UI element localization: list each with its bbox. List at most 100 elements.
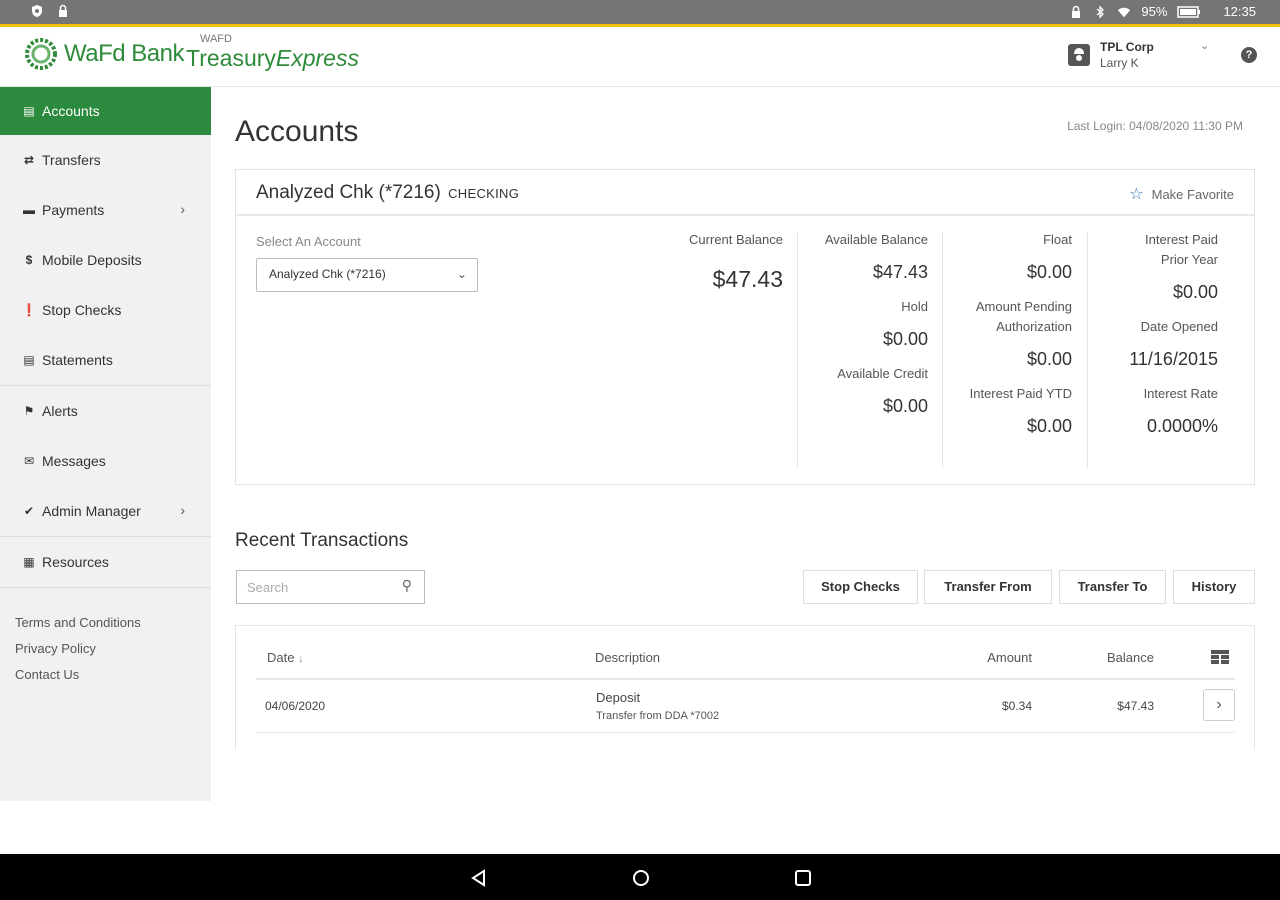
sidebar-item-label: Stop Checks [42, 302, 122, 318]
float-label: Float [1043, 232, 1072, 247]
sidebar-item-accounts[interactable]: ▤ Accounts [0, 87, 211, 135]
interest-ytd-label: Interest Paid YTD [969, 386, 1072, 401]
bell-icon: ⚑ [23, 404, 35, 418]
divider [1087, 232, 1088, 468]
transfer-from-button[interactable]: Transfer From [924, 570, 1052, 604]
alert-circle-icon: ❗ [21, 303, 37, 317]
hold-label: Hold [901, 299, 928, 314]
privacy-link[interactable]: Privacy Policy [15, 636, 196, 662]
sidebar-item-messages[interactable]: ✉ Messages [0, 436, 211, 486]
sidebar-item-label: Admin Manager [42, 503, 141, 519]
transfer-to-button[interactable]: Transfer To [1059, 570, 1166, 604]
sidebar-item-label: Statements [42, 352, 113, 368]
account-select[interactable]: Analyzed Chk (*7216) ⌄ [256, 258, 478, 292]
available-balance-block: Available Balance $47.43 Hold $0.00 Avai… [806, 230, 928, 431]
col-amount[interactable]: Amount [976, 650, 1032, 665]
current-balance-label: Current Balance [689, 232, 783, 247]
home-icon[interactable] [630, 867, 652, 889]
history-button[interactable]: History [1173, 570, 1255, 604]
lock-icon [1072, 5, 1081, 18]
wafd-logo[interactable]: WaFd Bank [24, 37, 185, 71]
available-balance-value: $47.43 [872, 262, 928, 282]
chevron-right-icon: › [180, 502, 185, 518]
account-header: Analyzed Chk (*7216) CHECKING ☆ Make Fav… [236, 170, 1254, 216]
available-credit-value: $0.00 [882, 396, 928, 416]
table-row[interactable]: 04/06/2020 Deposit Transfer from DDA *70… [256, 681, 1235, 733]
select-account-label: Select An Account [256, 234, 361, 249]
row-detail: Transfer from DDA *7002 [596, 710, 720, 722]
bluetooth-icon [1097, 4, 1105, 19]
sidebar-item-admin-manager[interactable]: ✔ Admin Manager › [0, 486, 211, 536]
chevron-down-icon: ⌄ [456, 267, 467, 281]
wifi-icon [1118, 7, 1131, 17]
interest-rate-label: Interest Rate [1143, 386, 1218, 401]
column-settings-icon[interactable] [1211, 650, 1229, 664]
col-date-label: Date [267, 650, 295, 665]
interest-ytd-value: $0.00 [1026, 416, 1072, 436]
back-icon[interactable] [468, 867, 490, 889]
pending-value: $0.00 [1026, 349, 1072, 369]
sidebar-item-label: Resources [42, 554, 109, 570]
recent-apps-icon[interactable] [792, 867, 814, 889]
star-icon: ☆ [1129, 186, 1144, 203]
sort-down-icon: ↓ [298, 653, 304, 665]
sidebar-item-transfers[interactable]: ⇄ Transfers [0, 135, 211, 185]
wafd-logo-mark-icon [25, 38, 57, 70]
table-header: Date ↓ Description Amount Balance [256, 626, 1235, 680]
float-block: Float $0.00 Amount Pending Authorization… [952, 230, 1072, 451]
app-header: WaFd Bank WAFD TreasuryExpress TPL Corp … [0, 27, 1280, 87]
user-menu[interactable]: TPL Corp Larry K ⌄ [1068, 39, 1209, 71]
row-detail-button[interactable]: › [1203, 689, 1235, 721]
row-amount: $0.34 [1001, 699, 1032, 713]
user-name: Larry K [1100, 56, 1139, 70]
sidebar-item-label: Mobile Deposits [42, 252, 142, 268]
transactions-table: Date ↓ Description Amount Balance 04/06/… [235, 625, 1255, 750]
help-icon[interactable]: ? [1241, 47, 1257, 63]
android-status-bar: 95% 12:35 [0, 0, 1280, 24]
col-balance[interactable]: Balance [1096, 650, 1154, 665]
interest-rate-value: 0.0000% [1146, 416, 1218, 436]
float-value: $0.00 [1026, 262, 1072, 282]
account-select-value: Analyzed Chk (*7216) [269, 267, 386, 281]
stop-checks-button[interactable]: Stop Checks [803, 570, 918, 604]
sidebar-item-statements[interactable]: ▤ Statements [0, 335, 211, 385]
pending-label-2: Authorization [996, 319, 1072, 334]
dollar-icon: $ [25, 253, 33, 267]
brand-name: WaFd Bank [64, 40, 185, 67]
row-balance: $47.43 [1117, 699, 1154, 713]
interest-prior-label-2: Prior Year [1160, 252, 1218, 267]
user-avatar-icon [1068, 44, 1090, 66]
date-opened-value: 11/16/2015 [1129, 349, 1218, 369]
sidebar-item-label: Transfers [42, 152, 101, 168]
date-opened-label: Date Opened [1140, 319, 1218, 334]
user-company: TPL Corp [1100, 40, 1154, 54]
available-balance-label: Available Balance [824, 232, 928, 247]
col-description[interactable]: Description [595, 650, 660, 665]
col-date[interactable]: Date ↓ [267, 650, 304, 665]
sidebar-item-label: Messages [42, 453, 106, 469]
current-balance-block: Current Balance $47.43 [656, 230, 783, 307]
lock-icon [59, 4, 67, 17]
search-icon: ⚲ [401, 577, 412, 593]
check-circle-icon: ✔ [23, 504, 35, 518]
accounts-icon: ▤ [23, 104, 35, 118]
make-favorite-button[interactable]: ☆ Make Favorite [1129, 184, 1234, 204]
current-balance-value: $47.43 [712, 266, 783, 292]
sidebar-item-resources[interactable]: ▦ Resources [0, 537, 211, 587]
contact-link[interactable]: Contact Us [15, 662, 196, 688]
envelope-icon: ✉ [23, 454, 35, 468]
battery-percent: 95% [1141, 4, 1168, 19]
sidebar-item-payments[interactable]: ▬ Payments › [0, 185, 211, 235]
sidebar-item-mobile-deposits[interactable]: $ Mobile Deposits [0, 235, 211, 285]
main-content: Accounts Last Login: 04/08/2020 11:30 PM… [211, 87, 1280, 801]
sidebar-item-alerts[interactable]: ⚑ Alerts [0, 386, 211, 436]
sidebar-item-stop-checks[interactable]: ❗ Stop Checks [0, 285, 211, 335]
account-summary-card: Analyzed Chk (*7216) CHECKING ☆ Make Fav… [235, 169, 1255, 485]
shield-icon [32, 5, 42, 17]
sidebar-item-label: Accounts [42, 103, 100, 119]
account-type: CHECKING [448, 186, 520, 201]
terms-link[interactable]: Terms and Conditions [15, 610, 196, 636]
interest-prior-label-1: Interest Paid [1145, 232, 1218, 247]
transaction-search-input[interactable]: Search ⚲ [236, 570, 425, 604]
credit-card-icon: ▬ [23, 203, 35, 217]
